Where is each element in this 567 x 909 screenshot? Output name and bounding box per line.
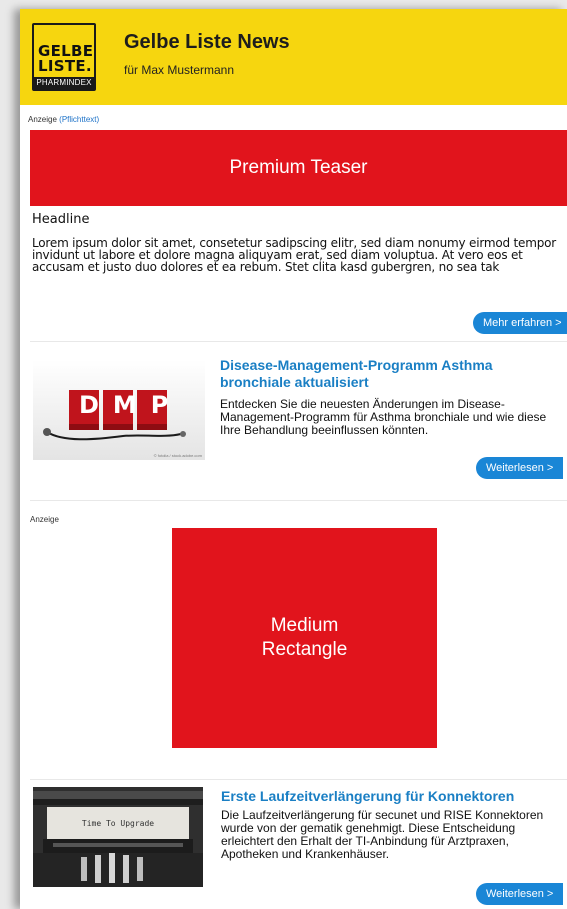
ad-headline: Headline: [32, 212, 90, 227]
ad-body-text: Lorem ipsum dolor sit amet, consetetur s…: [32, 236, 556, 274]
article-title-asthma[interactable]: Disease-Management-Programm Asthma bronc…: [220, 357, 555, 391]
weiterlesen-button-konnektoren[interactable]: Weiterlesen >: [476, 883, 564, 905]
divider: [30, 779, 567, 780]
medium-rectangle-line2: Rectangle: [261, 639, 348, 660]
medium-rectangle-banner[interactable]: Medium Rectangle: [172, 528, 437, 748]
image-credit: © fotolia / stock.adobe.com: [153, 453, 202, 458]
divider: [30, 500, 567, 501]
logo-band: PHARMINDEX: [34, 77, 94, 89]
article-teaser-asthma: Entdecken Sie die neuesten Änderungen im…: [220, 397, 547, 437]
divider: [30, 341, 567, 342]
mehr-erfahren-button[interactable]: Mehr erfahren >: [473, 312, 567, 334]
article-title-konnektoren[interactable]: Erste Laufzeitverlängerung für Konnektor…: [221, 788, 567, 805]
dmp-image-text: DMP: [79, 391, 183, 419]
typewriter-text: Time To Upgrade: [81, 819, 155, 828]
typewriter-illustration: [33, 787, 203, 887]
newsletter-recipient: für Max Mustermann: [124, 63, 235, 77]
pflichttext-link[interactable]: (Pflichttext): [59, 115, 99, 124]
ad-label: Anzeige (Pflichttext): [28, 115, 99, 124]
weiterlesen-button-asthma[interactable]: Weiterlesen >: [476, 457, 564, 479]
newsletter-title: Gelbe Liste News: [124, 31, 290, 53]
newsletter-header: GELBE LISTE. PHARMINDEX Gelbe Liste News…: [20, 9, 567, 105]
ad-label-text: Anzeige: [28, 115, 57, 124]
typewriter-image[interactable]: Time To Upgrade: [33, 787, 203, 887]
premium-teaser-banner[interactable]: Premium Teaser: [30, 130, 567, 206]
dmp-image[interactable]: DMP © fotolia / stock.adobe.com: [33, 360, 205, 460]
ad-label: Anzeige: [30, 515, 59, 524]
gelbe-liste-logo[interactable]: GELBE LISTE. PHARMINDEX: [32, 23, 96, 91]
medium-rectangle-line1: Medium: [270, 615, 339, 636]
article-teaser-konnektoren: Die Laufzeitverlängerung für secunet und…: [221, 808, 544, 861]
logo-line2: LISTE.: [38, 57, 92, 75]
newsletter-frame: GELBE LISTE. PHARMINDEX Gelbe Liste News…: [20, 9, 567, 909]
